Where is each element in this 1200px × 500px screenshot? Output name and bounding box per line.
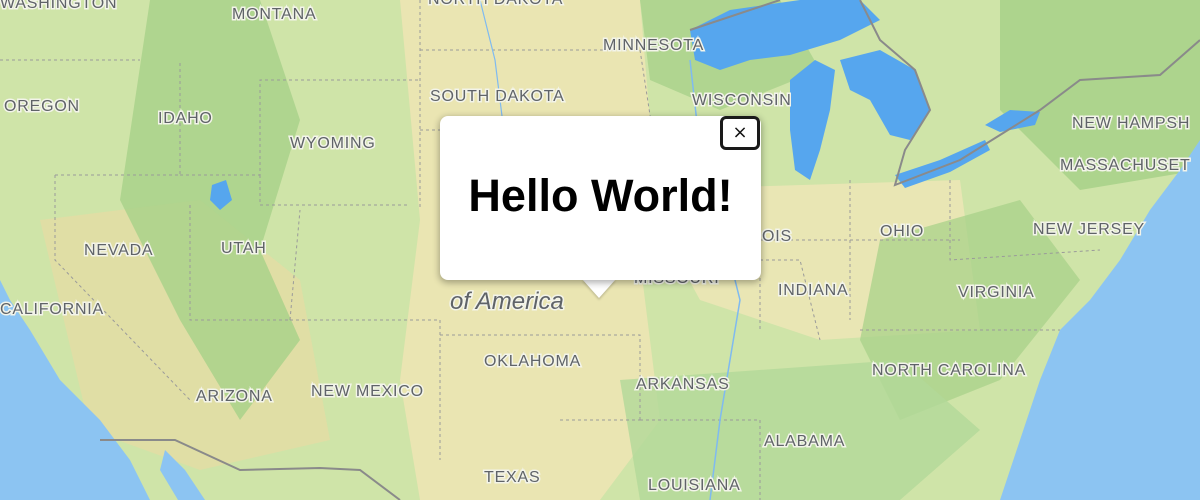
- label-idaho: IDAHO: [158, 110, 213, 127]
- label-massachusetts: MASSACHUSET: [1060, 157, 1191, 174]
- label-louisiana: LOUISIANA: [648, 477, 741, 494]
- label-north-carolina: NORTH CAROLINA: [872, 362, 1026, 379]
- label-country: of America: [450, 288, 564, 315]
- label-new-mexico: NEW MEXICO: [311, 383, 424, 400]
- label-ohio: OHIO: [880, 223, 924, 240]
- label-utah: UTAH: [221, 240, 267, 257]
- label-arkansas: ARKANSAS: [636, 376, 730, 393]
- label-arizona: ARIZONA: [196, 388, 273, 405]
- label-california: CALIFORNIA: [0, 301, 104, 318]
- label-illinois: OIS: [762, 228, 792, 245]
- label-indiana: INDIANA: [778, 282, 849, 299]
- label-wyoming: WYOMING: [290, 135, 376, 152]
- label-montana: MONTANA: [232, 6, 316, 23]
- label-minnesota: MINNESOTA: [603, 37, 704, 54]
- info-window: Hello World! ×: [440, 116, 761, 280]
- label-wisconsin: WISCONSIN: [692, 92, 792, 109]
- label-north-dakota: NORTH DAKOTA: [428, 0, 563, 8]
- label-washington: WASHINGTON: [0, 0, 117, 12]
- label-nevada: NEVADA: [84, 242, 153, 259]
- label-alabama: ALABAMA: [764, 433, 845, 450]
- close-button[interactable]: ×: [720, 116, 760, 150]
- info-window-content: Hello World!: [468, 170, 733, 221]
- label-virginia: VIRGINIA: [958, 284, 1035, 301]
- label-new-jersey: NEW JERSEY: [1033, 221, 1145, 238]
- label-oregon: OREGON: [4, 98, 80, 115]
- info-window-tail: [582, 279, 616, 298]
- label-new-hampshire: NEW HAMPSH: [1072, 115, 1190, 132]
- label-oklahoma: OKLAHOMA: [484, 353, 581, 370]
- label-texas: TEXAS: [484, 469, 540, 486]
- label-south-dakota: SOUTH DAKOTA: [430, 88, 565, 105]
- close-icon: ×: [732, 122, 748, 143]
